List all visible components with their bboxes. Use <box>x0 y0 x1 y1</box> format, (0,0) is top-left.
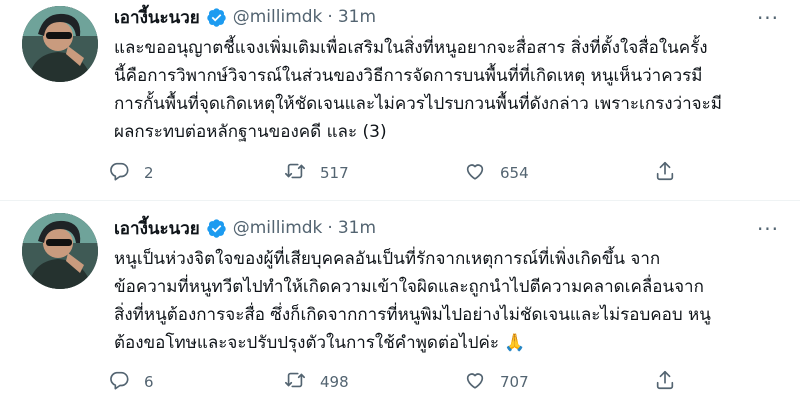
tweet-text-line: ข้อความที่หนูทวีตไปทำให้เกิดความเข้าใจผิ… <box>114 277 704 297</box>
reply-button[interactable]: 6 <box>108 367 154 397</box>
reply-count: 6 <box>144 373 154 391</box>
retweet-button[interactable]: 517 <box>284 158 349 188</box>
tweet-text-line: สิ่งที่หนูต้องการจะสื่อ ซึ่งก็เกิดจากการ… <box>114 305 711 325</box>
tweet[interactable]: เอางี้นะนวย @millimdk · 31m ··· หนูเป็นห… <box>0 201 800 408</box>
like-icon <box>464 369 486 395</box>
more-options-icon[interactable]: ··· <box>752 6 784 30</box>
author-name[interactable]: เอางี้นะนวย <box>114 4 200 31</box>
reply-icon <box>108 369 130 395</box>
more-options-icon[interactable]: ··· <box>752 217 784 241</box>
tweet-text-line: นี้คือการวิพากษ์วิจารณ์ในส่วนของวิธีการจ… <box>114 66 703 86</box>
like-count: 654 <box>500 164 529 182</box>
author-handle[interactable]: @millimdk <box>233 218 323 238</box>
tweet-header: เอางี้นะนวย @millimdk · 31m <box>114 215 376 241</box>
retweet-icon <box>284 369 306 395</box>
timestamp[interactable]: 31m <box>338 7 376 27</box>
avatar[interactable] <box>22 213 98 289</box>
tweet-text: หนูเป็นห่วงจิตใจของผู้ที่เสียบุคคลอันเป็… <box>114 245 784 357</box>
tweet-actions: 2 517 654 <box>108 158 688 188</box>
retweet-icon <box>284 160 306 186</box>
avatar[interactable] <box>22 6 98 82</box>
retweet-button[interactable]: 498 <box>284 367 349 397</box>
verified-badge-icon <box>206 218 227 239</box>
author-handle[interactable]: @millimdk <box>233 7 323 27</box>
retweet-count: 517 <box>320 164 349 182</box>
like-icon <box>464 160 486 186</box>
reply-count: 2 <box>144 164 154 182</box>
tweet[interactable]: เอางี้นะนวย @millimdk · 31m ··· และขออนุ… <box>0 0 800 201</box>
share-button[interactable] <box>654 367 676 397</box>
share-button[interactable] <box>654 158 676 188</box>
like-button[interactable]: 654 <box>464 158 529 188</box>
like-button[interactable]: 707 <box>464 367 529 397</box>
like-count: 707 <box>500 373 529 391</box>
tweet-actions: 6 498 707 <box>108 367 688 397</box>
author-name[interactable]: เอางี้นะนวย <box>114 215 200 242</box>
share-icon <box>654 369 676 395</box>
tweet-text-line: หนูเป็นห่วงจิตใจของผู้ที่เสียบุคคลอันเป็… <box>114 249 661 269</box>
separator-dot: · <box>327 7 333 27</box>
share-icon <box>654 160 676 186</box>
tweet-text-line: ต้องขอโทษและจะปรับปรุงตัวในการใช้คำพูดต่… <box>114 333 526 353</box>
tweet-text: และขออนุญาตชี้แจงเพิ่มเติมเพื่อเสริมในสิ… <box>114 34 784 146</box>
tweet-text-line: และขออนุญาตชี้แจงเพิ่มเติมเพื่อเสริมในสิ… <box>114 38 708 58</box>
reply-icon <box>108 160 130 186</box>
tweet-text-line: การกั้นพื้นที่จุดเกิดเหตุให้ชัดเจนและไม่… <box>114 94 722 114</box>
separator-dot: · <box>327 218 333 238</box>
retweet-count: 498 <box>320 373 349 391</box>
reply-button[interactable]: 2 <box>108 158 154 188</box>
timestamp[interactable]: 31m <box>338 218 376 238</box>
tweet-header: เอางี้นะนวย @millimdk · 31m <box>114 4 376 30</box>
verified-badge-icon <box>206 7 227 28</box>
tweet-text-line: ผลกระทบต่อหลักฐานของคดี และ (3) <box>114 122 387 142</box>
